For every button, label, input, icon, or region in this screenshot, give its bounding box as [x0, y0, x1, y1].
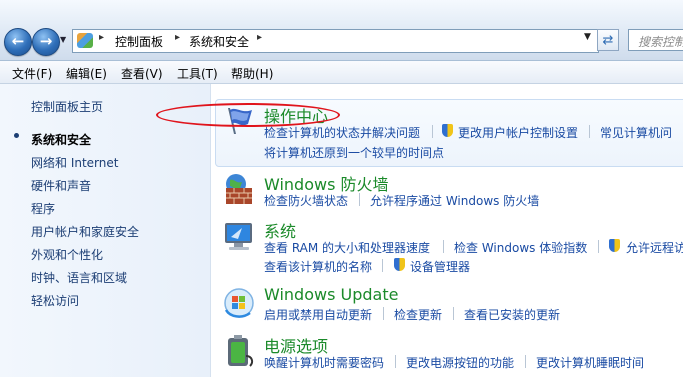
link-separator: [359, 193, 360, 206]
sidebar-item-system-security: 系统和安全: [31, 133, 92, 147]
back-arrow-icon: ←: [11, 32, 25, 50]
sidebar-item-appearance[interactable]: 外观和个性化: [31, 246, 103, 263]
link-separator: [589, 125, 590, 138]
address-dropdown-icon[interactable]: ▼: [584, 32, 591, 42]
sidebar-item-clock-region[interactable]: 时钟、语言和区域: [31, 269, 127, 286]
windows-update-icon: [224, 288, 254, 318]
breadcrumb-arrow-icon[interactable]: ▸: [99, 32, 104, 43]
menu-tools[interactable]: 工具(T): [177, 65, 218, 82]
link-power-button[interactable]: 更改电源按钮的功能: [406, 354, 514, 371]
link-separator: [598, 240, 599, 253]
breadcrumb-system-security[interactable]: 系统和安全: [189, 33, 249, 50]
address-path-box[interactable]: ▸ 控制面板 ▸ 系统和安全 ▸: [72, 29, 599, 53]
sidebar-item-network[interactable]: 网络和 Internet: [31, 154, 118, 171]
firewall-icon: [226, 174, 252, 204]
menu-view[interactable]: 查看(V): [121, 65, 163, 82]
sidebar-item-home[interactable]: 控制面板主页: [31, 98, 103, 115]
sidebar-item-ease-of-access[interactable]: 轻松访问: [31, 292, 79, 309]
uac-shield-icon: [442, 124, 453, 137]
control-panel-icon: [77, 33, 93, 48]
sidebar-item-user-accounts[interactable]: 用户帐户和家庭安全: [31, 223, 139, 240]
link-uac-settings[interactable]: 更改用户帐户控制设置: [458, 124, 578, 141]
menu-help[interactable]: 帮助(H): [231, 65, 273, 82]
uac-shield-icon: [609, 239, 620, 252]
breadcrumb-arrow-icon[interactable]: ▸: [257, 32, 262, 43]
refresh-icon: ⇄: [602, 33, 614, 48]
refresh-button[interactable]: ⇄: [597, 29, 619, 51]
breadcrumb-control-panel[interactable]: 控制面板: [115, 33, 163, 50]
breadcrumb-arrow-icon[interactable]: ▸: [175, 32, 180, 43]
link-ram-processor[interactable]: 查看 RAM 的大小和处理器速度: [264, 239, 430, 256]
link-computer-name[interactable]: 查看该计算机的名称: [264, 258, 372, 275]
link-auto-update[interactable]: 启用或禁用自动更新: [264, 306, 372, 323]
search-input[interactable]: 搜索控制面: [628, 29, 683, 51]
link-check-updates[interactable]: 检查更新: [394, 306, 442, 323]
category-title-windows-update[interactable]: Windows Update: [264, 285, 398, 304]
sidebar-item-programs[interactable]: 程序: [31, 200, 55, 217]
red-annotation-circle: [156, 103, 340, 127]
link-wakeup-password[interactable]: 唤醒计算机时需要密码: [264, 354, 384, 371]
link-device-manager[interactable]: 设备管理器: [410, 258, 470, 275]
link-separator: [383, 307, 384, 320]
link-separator: [443, 240, 444, 253]
link-separator: [525, 355, 526, 368]
recent-pages-dropdown-icon[interactable]: ▼: [60, 35, 66, 44]
link-remote-access[interactable]: 允许远程访: [626, 239, 683, 256]
link-separator: [453, 307, 454, 320]
link-separator: [382, 259, 383, 272]
link-separator: [432, 125, 433, 138]
link-experience-index[interactable]: 检查 Windows 体验指数: [454, 239, 587, 256]
address-toolbar: ← → ▼ ▸ 控制面板 ▸ 系统和安全 ▸ ▼ ⇄ 搜索控制面: [0, 0, 683, 61]
link-separator: [395, 355, 396, 368]
link-common-problems[interactable]: 常见计算机问: [600, 124, 672, 141]
battery-plug-icon: [228, 335, 254, 367]
link-check-status[interactable]: 检查计算机的状态并解决问题: [264, 124, 420, 141]
back-button[interactable]: ←: [4, 28, 32, 56]
menu-bar: 文件(F) 编辑(E) 查看(V) 工具(T) 帮助(H): [0, 61, 683, 84]
link-system-restore[interactable]: 将计算机还原到一个较早的时间点: [264, 144, 444, 161]
link-installed-updates[interactable]: 查看已安装的更新: [464, 306, 560, 323]
uac-shield-icon: [394, 258, 405, 271]
link-firewall-status[interactable]: 检查防火墙状态: [264, 192, 348, 209]
link-sleep-time[interactable]: 更改计算机睡眠时间: [536, 354, 644, 371]
menu-file[interactable]: 文件(F): [12, 65, 52, 82]
forward-button[interactable]: →: [32, 28, 60, 56]
link-allow-program-firewall[interactable]: 允许程序通过 Windows 防火墙: [370, 192, 539, 209]
forward-arrow-icon: →: [39, 32, 53, 50]
current-item-bullet-icon: [14, 133, 19, 138]
computer-icon: [225, 223, 252, 250]
menu-edit[interactable]: 编辑(E): [66, 65, 107, 82]
sidebar-item-hardware[interactable]: 硬件和声音: [31, 177, 91, 194]
